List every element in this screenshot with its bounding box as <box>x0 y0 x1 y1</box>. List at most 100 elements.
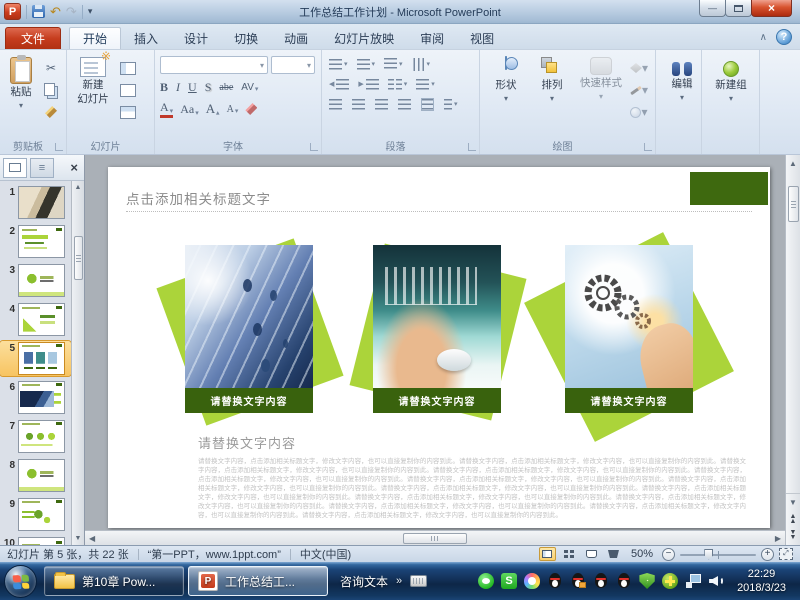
qq-tray-icon-3[interactable] <box>593 573 609 589</box>
layout-button[interactable] <box>116 59 140 77</box>
slide-thumbnail-5-selected[interactable]: 5 <box>0 341 71 376</box>
qq-tray-icon-2[interactable] <box>570 573 586 589</box>
slide-thumbnail-6[interactable]: 6 <box>0 380 71 415</box>
font-size-combo[interactable]: ▾ <box>271 56 315 74</box>
sogou-tray-icon[interactable]: S <box>501 573 517 589</box>
skin-tray-icon[interactable] <box>524 573 540 589</box>
minimize-button[interactable]: — <box>699 0 726 17</box>
taskbar-toolbar-label[interactable]: 咨询文本 <box>340 573 388 590</box>
scroll-up-icon[interactable]: ▲ <box>75 181 82 194</box>
tab-home[interactable]: 开始 <box>69 27 121 49</box>
card-caption[interactable]: 请替换文字内容 <box>185 388 313 413</box>
content-card-1[interactable]: 请替换文字内容 <box>185 245 313 413</box>
save-icon[interactable] <box>32 5 45 18</box>
taskbar-item-powerpoint[interactable]: P 工作总结工... <box>188 566 328 596</box>
font-family-combo[interactable]: ▾ <box>160 56 268 74</box>
start-button[interactable] <box>4 565 37 598</box>
align-text-button[interactable]: ▾ <box>414 78 437 91</box>
slide-thumbnail-10[interactable]: 10 <box>0 536 71 545</box>
strikethrough-button[interactable]: abe <box>219 82 233 93</box>
panel-scrollbar[interactable]: ▲ ▼ <box>71 181 84 545</box>
tab-design[interactable]: 设计 <box>171 27 221 49</box>
scroll-left-icon[interactable]: ◀ <box>85 534 99 543</box>
customize-qat-dropdown-icon[interactable]: ▾ <box>88 6 93 17</box>
arrange-button[interactable]: 排列 ▾ <box>529 54 575 138</box>
text-shadow-button[interactable]: S <box>205 80 212 95</box>
next-slide-button[interactable]: ▼▼ <box>790 527 797 543</box>
scroll-up-icon[interactable]: ▲ <box>789 155 797 172</box>
content-card-3[interactable]: 请替换文字内容 <box>565 245 693 413</box>
status-language[interactable]: 中文(中国) <box>300 546 351 562</box>
shrink-font-button[interactable]: A▾ <box>227 104 239 115</box>
keyboard-tray-icon[interactable] <box>410 575 427 587</box>
slide-thumbnail-2[interactable]: 2 <box>0 224 71 259</box>
text-direction-button[interactable]: ▾ <box>410 58 433 71</box>
columns-button[interactable]: ▾ <box>386 78 410 91</box>
dialog-launcher-icon[interactable] <box>55 143 63 151</box>
view-reading-button[interactable] <box>583 547 600 561</box>
convert-smartart-button[interactable]: ▾ <box>442 98 460 111</box>
scroll-right-icon[interactable]: ▶ <box>771 534 785 543</box>
scroll-down-icon[interactable]: ▼ <box>789 494 797 511</box>
slide-thumbnail-3[interactable]: 3 <box>0 263 71 298</box>
align-right-button[interactable] <box>373 98 390 111</box>
network-tray-icon[interactable] <box>685 573 701 589</box>
view-normal-button[interactable] <box>539 547 556 561</box>
previous-slide-button[interactable]: ▲▲ <box>790 511 797 527</box>
body-heading[interactable]: 请替换文字内容 <box>198 433 296 452</box>
powerpoint-logo-icon[interactable]: P <box>4 3 21 20</box>
italic-button[interactable]: I <box>176 80 180 95</box>
dialog-launcher-icon[interactable] <box>310 143 318 151</box>
slide-title-placeholder[interactable]: 点击添加相关标题文字 <box>126 188 271 208</box>
line-spacing-button[interactable]: ▾ <box>382 57 405 72</box>
zoom-in-button[interactable]: + <box>761 548 774 561</box>
section-button[interactable] <box>116 103 140 121</box>
close-button[interactable]: × <box>751 0 792 17</box>
undo-icon[interactable]: ↶ <box>50 5 61 18</box>
justify-button[interactable] <box>396 98 413 111</box>
view-slideshow-button[interactable] <box>605 547 622 561</box>
new-group-button[interactable]: 新建组 ▾ <box>705 54 757 105</box>
decrease-indent-button[interactable]: ◀ <box>327 78 351 91</box>
zoom-slider-thumb[interactable] <box>704 549 713 560</box>
vertical-scroll-thumb[interactable] <box>788 186 799 222</box>
slide-thumbnail-4[interactable]: 4 <box>0 302 71 337</box>
horizontal-scroll-thumb[interactable] <box>403 533 467 544</box>
collapse-ribbon-icon[interactable]: ∧ <box>760 32 767 43</box>
dialog-launcher-icon[interactable] <box>644 143 652 151</box>
maximize-button[interactable] <box>725 0 752 17</box>
clear-formatting-button[interactable] <box>245 103 257 115</box>
view-slide-sorter-button[interactable] <box>561 547 578 561</box>
grow-font-button[interactable]: A▾ <box>206 101 220 117</box>
slide-thumbnail-1[interactable]: 1 <box>0 185 71 220</box>
wechat-tray-icon[interactable] <box>478 573 494 589</box>
tab-review[interactable]: 审阅 <box>407 27 457 49</box>
format-painter-button[interactable] <box>39 103 63 121</box>
distribute-button[interactable] <box>419 97 436 112</box>
zoom-out-button[interactable]: − <box>662 548 675 561</box>
antivirus-tray-icon[interactable] <box>662 573 678 589</box>
change-case-button[interactable]: Aa▾ <box>180 102 199 117</box>
fit-to-window-button[interactable]: ⤢ <box>779 548 793 560</box>
volume-tray-icon[interactable] <box>708 573 724 589</box>
card-caption[interactable]: 请替换文字内容 <box>373 388 501 413</box>
tab-slideshow[interactable]: 幻灯片放映 <box>321 27 407 49</box>
dialog-launcher-icon[interactable] <box>468 143 476 151</box>
taskbar-clock[interactable]: 22:29 2018/3/23 <box>731 567 796 595</box>
card-caption[interactable]: 请替换文字内容 <box>565 388 693 413</box>
shapes-button[interactable]: 形状 ▾ <box>483 54 529 138</box>
align-left-button[interactable] <box>327 98 344 111</box>
character-spacing-button[interactable]: AV▾ <box>241 82 258 93</box>
tab-view[interactable]: 视图 <box>457 27 507 49</box>
outline-tab[interactable]: ≡ <box>30 158 54 178</box>
numbering-button[interactable]: ▾ <box>355 58 378 71</box>
taskbar-item-folder[interactable]: 第10章 Pow... <box>44 566 184 596</box>
card-photo-mouse-charts[interactable] <box>373 245 501 388</box>
copy-button[interactable] <box>39 81 63 99</box>
card-photo-gears-hand[interactable] <box>565 245 693 388</box>
align-center-button[interactable] <box>350 98 367 111</box>
paste-button[interactable]: 粘贴 ▾ <box>3 54 39 138</box>
cut-button[interactable]: ✂ <box>39 59 63 77</box>
slide-thumbnail-9[interactable]: 9 <box>0 497 71 532</box>
slide-thumbnail-7[interactable]: 7 <box>0 419 71 454</box>
